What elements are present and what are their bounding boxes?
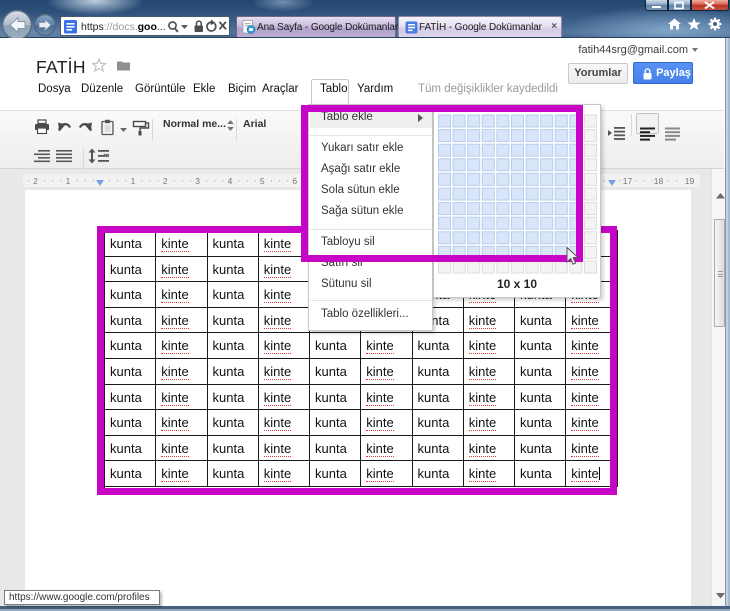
svg-text:2: 2 bbox=[33, 176, 38, 186]
svg-text:1: 1 bbox=[131, 176, 136, 186]
svg-text:6: 6 bbox=[292, 176, 297, 186]
svg-text:4: 4 bbox=[228, 176, 233, 186]
svg-text:5: 5 bbox=[260, 176, 265, 186]
svg-text:19: 19 bbox=[685, 176, 695, 186]
svg-text:2: 2 bbox=[163, 176, 168, 186]
svg-text:1: 1 bbox=[66, 176, 71, 186]
svg-text:18: 18 bbox=[654, 176, 664, 186]
svg-text:17: 17 bbox=[623, 176, 633, 186]
svg-text:3: 3 bbox=[195, 176, 200, 186]
